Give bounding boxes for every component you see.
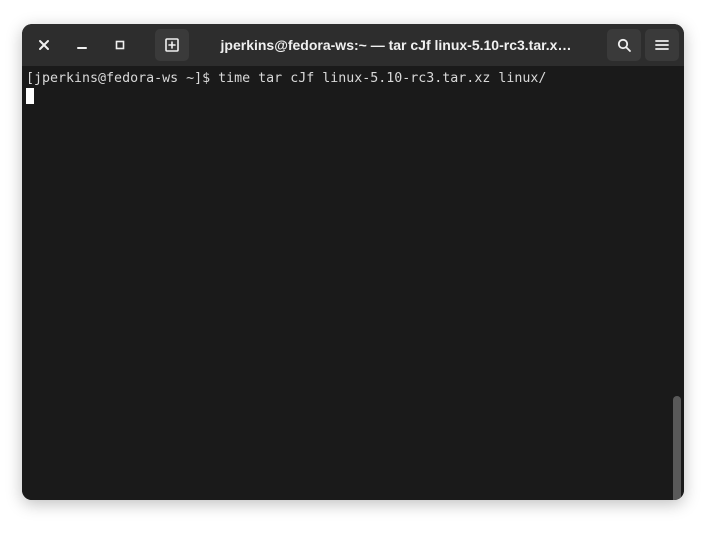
- maximize-button[interactable]: [103, 29, 137, 61]
- search-button[interactable]: [607, 29, 641, 61]
- command: time tar cJf linux-5.10-rc3.tar.xz linux…: [218, 71, 546, 86]
- close-icon: [38, 39, 50, 51]
- prompt-line: [jperkins@fedora-ws ~]$ time tar cJf lin…: [26, 70, 680, 88]
- maximize-icon: [114, 39, 126, 51]
- titlebar: jperkins@fedora-ws:~ — tar cJf linux-5.1…: [22, 24, 684, 66]
- minimize-button[interactable]: [65, 29, 99, 61]
- close-button[interactable]: [27, 29, 61, 61]
- window-title: jperkins@fedora-ws:~ — tar cJf linux-5.1…: [193, 37, 603, 53]
- hamburger-icon: [654, 37, 670, 53]
- terminal-window: jperkins@fedora-ws:~ — tar cJf linux-5.1…: [22, 24, 684, 500]
- new-tab-icon: [164, 37, 180, 53]
- terminal-content[interactable]: [jperkins@fedora-ws ~]$ time tar cJf lin…: [22, 66, 684, 500]
- minimize-icon: [76, 39, 88, 51]
- new-tab-button[interactable]: [155, 29, 189, 61]
- prompt: [jperkins@fedora-ws ~]$: [26, 71, 218, 86]
- search-icon: [616, 37, 632, 53]
- scrollbar[interactable]: [673, 396, 681, 500]
- cursor: [26, 88, 34, 104]
- menu-button[interactable]: [645, 29, 679, 61]
